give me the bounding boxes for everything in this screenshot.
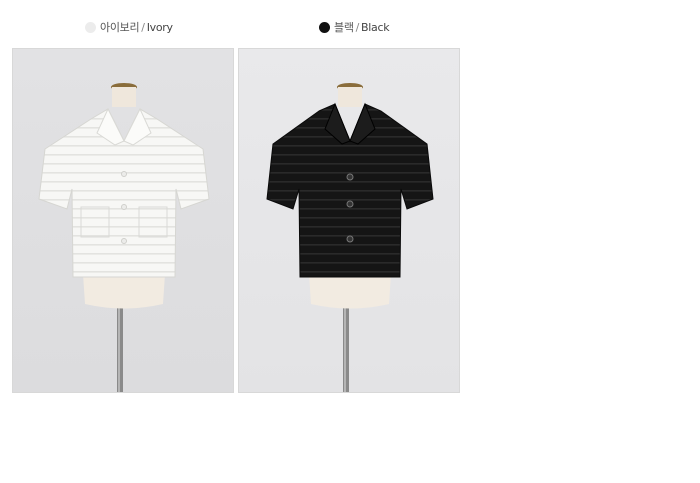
color-label-english: Ivory	[146, 20, 173, 34]
color-label-korean: 아이보리	[100, 21, 140, 34]
color-label-korean: 블랙	[334, 21, 354, 34]
ivory-blouse-illustration	[38, 83, 210, 392]
color-label-english: Black	[361, 20, 390, 34]
ivory-swatch-icon	[85, 21, 96, 33]
black-swatch-icon	[319, 21, 330, 33]
black-blouse-illustration	[266, 83, 434, 392]
label-separator: /	[355, 20, 360, 34]
product-photo-ivory	[12, 48, 234, 393]
color-option-ivory[interactable]: 아이보리 / Ivory	[85, 19, 173, 35]
label-separator: /	[141, 20, 145, 34]
product-photo-black	[238, 48, 460, 393]
color-option-black[interactable]: 블랙 / Black	[319, 19, 390, 35]
